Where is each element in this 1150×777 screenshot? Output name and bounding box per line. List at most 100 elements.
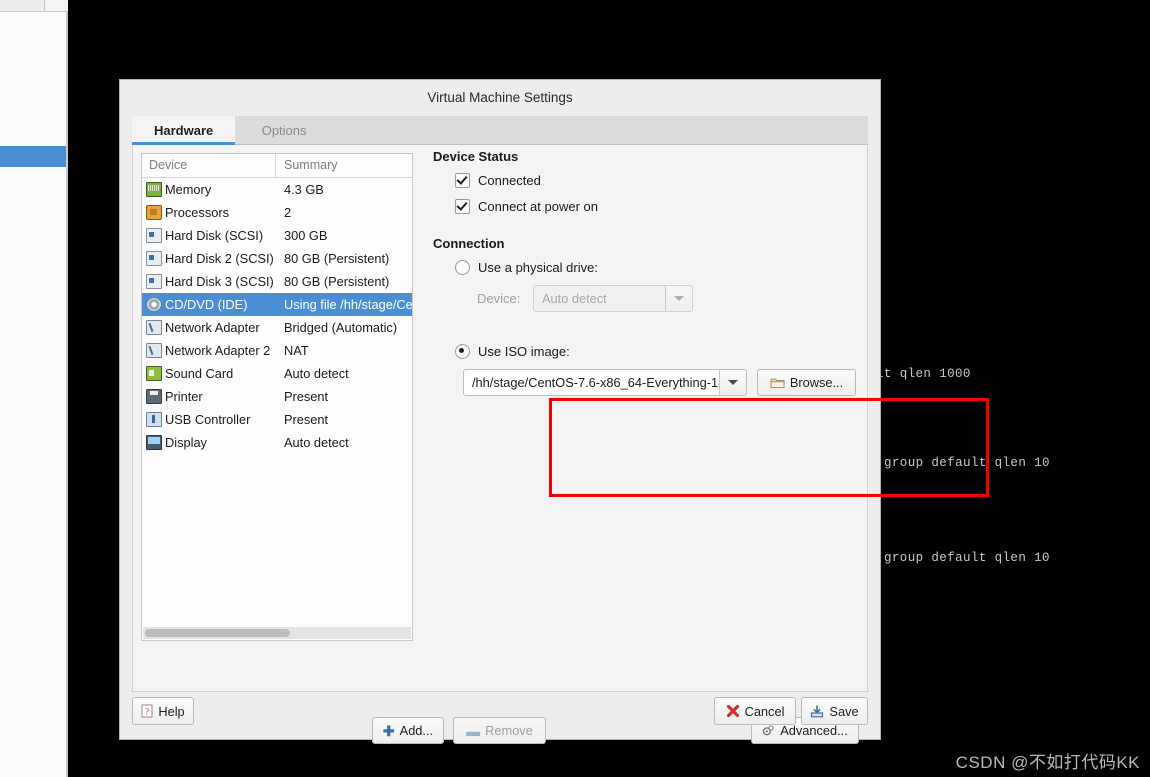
iso-path-dropdown-arrow[interactable] <box>719 370 746 395</box>
iso-path-row: /hh/stage/CentOS-7.6-x86_64-Everything-1… <box>463 369 859 396</box>
csdn-watermark: CSDN @不如打代码KK <box>955 753 1140 772</box>
connection-title: Connection <box>433 236 505 251</box>
device-row-sound-card[interactable]: Sound Card Auto detect <box>142 362 412 385</box>
use-iso-image-radio[interactable] <box>455 344 470 359</box>
soundcard-icon <box>146 366 162 381</box>
cancel-button-label: Cancel <box>744 703 785 719</box>
iso-path-value[interactable]: /hh/stage/CentOS-7.6-x86_64-Everything-1… <box>464 370 719 395</box>
device-summary-label: 80 GB (Persistent) <box>284 274 390 289</box>
device-name-label: Hard Disk 2 (SCSI) <box>165 251 274 266</box>
save-button[interactable]: Save <box>801 697 868 725</box>
cpu-icon <box>146 205 162 220</box>
device-summary-label: Bridged (Automatic) <box>284 320 398 335</box>
tab-hardware[interactable]: Hardware <box>132 116 236 145</box>
connected-checkbox-row[interactable]: Connected <box>455 173 859 188</box>
physical-device-combobox[interactable]: Auto detect <box>533 285 693 312</box>
device-cell: Network Adapter 2 <box>142 343 276 358</box>
device-name-label: Network Adapter 2 <box>165 343 271 358</box>
column-header-device: Device <box>142 154 276 177</box>
device-summary-label: Present <box>284 412 329 427</box>
device-row-hard-disk-scsi[interactable]: Hard Disk (SCSI) 300 GB <box>142 224 412 247</box>
chevron-down-icon <box>674 296 684 301</box>
connect-at-power-on-label: Connect at power on <box>478 199 598 214</box>
harddisk-icon <box>146 228 162 243</box>
device-row-hard-disk-3-scsi[interactable]: Hard Disk 3 (SCSI) 80 GB (Persistent) <box>142 270 412 293</box>
device-name-label: Hard Disk (SCSI) <box>165 228 264 243</box>
device-name-label: CD/DVD (IDE) <box>165 297 248 312</box>
background-left-window <box>0 0 68 777</box>
browse-button[interactable]: Browse... <box>757 369 856 396</box>
device-name-label: Display <box>165 435 207 450</box>
device-list-hscrollbar-thumb[interactable] <box>145 629 290 637</box>
terminal-line: lt qlen 1000 <box>876 367 971 381</box>
cancel-button[interactable]: Cancel <box>714 697 796 725</box>
device-list-body: Memory 4.3 GB Processors 2 Hard Disk (SCSI) 3… <box>142 178 412 454</box>
connect-at-power-on-checkbox-row[interactable]: Connect at power on <box>455 199 859 214</box>
device-name-label: USB Controller <box>165 412 251 427</box>
device-summary-label: 80 GB (Persistent) <box>284 251 390 266</box>
device-cell: Processors <box>142 205 276 220</box>
device-name-label: Sound Card <box>165 366 234 381</box>
physical-device-dropdown-arrow[interactable] <box>665 286 692 311</box>
device-cell: Hard Disk (SCSI) <box>142 228 276 243</box>
cddvd-icon <box>146 297 162 312</box>
use-iso-image-radio-row[interactable]: Use ISO image: <box>455 344 859 359</box>
folder-icon <box>770 378 785 388</box>
device-name-label: Printer <box>165 389 203 404</box>
device-row-processors[interactable]: Processors 2 <box>142 201 412 224</box>
close-icon <box>726 704 739 718</box>
device-cell: Hard Disk 3 (SCSI) <box>142 274 276 289</box>
device-row-network-adapter-2[interactable]: Network Adapter 2 NAT <box>142 339 412 362</box>
memory-icon <box>146 182 162 197</box>
device-row-network-adapter[interactable]: Network Adapter Bridged (Automatic) <box>142 316 412 339</box>
tab-options[interactable]: Options <box>240 116 329 145</box>
help-icon: ? <box>141 704 153 718</box>
device-row-cd-dvd-ide[interactable]: CD/DVD (IDE) Using file /hh/stage/CentO <box>142 293 412 316</box>
device-row-memory[interactable]: Memory 4.3 GB <box>142 178 412 201</box>
device-summary-label: 300 GB <box>284 228 328 243</box>
screen: lt qlen 1000 group default qlen 10 group… <box>0 0 1150 777</box>
connected-label: Connected <box>478 173 541 188</box>
save-button-label: Save <box>829 703 859 719</box>
use-physical-drive-label: Use a physical drive: <box>478 260 598 275</box>
printer-icon <box>146 389 162 404</box>
device-list-hscrollbar[interactable] <box>143 627 411 639</box>
physical-device-value: Auto detect <box>542 291 607 306</box>
device-summary-label: NAT <box>284 343 309 358</box>
device-summary-label: Auto detect <box>284 435 349 450</box>
usb-icon <box>146 412 162 427</box>
device-cell: Sound Card <box>142 366 276 381</box>
display-icon <box>146 435 162 450</box>
chevron-down-icon <box>728 380 738 385</box>
device-row-printer[interactable]: Printer Present <box>142 385 412 408</box>
save-icon <box>811 705 824 718</box>
device-detail-pane: Device Status Connected Connect at power… <box>433 149 859 631</box>
device-summary-label: 4.3 GB <box>284 182 324 197</box>
help-button[interactable]: ? Help <box>132 697 194 725</box>
connect-at-power-on-checkbox[interactable] <box>455 199 470 214</box>
terminal-line: group default qlen 10 <box>884 456 1050 470</box>
hardware-panel: Device Summary Memory 4.3 GB Processors 2 Ha… <box>132 145 868 744</box>
device-cell: Display <box>142 435 276 450</box>
browse-button-label: Browse... <box>789 375 844 390</box>
device-list-header: Device Summary <box>142 154 412 178</box>
use-physical-drive-radio-row[interactable]: Use a physical drive: <box>455 260 859 275</box>
harddisk-icon <box>146 274 162 289</box>
connected-checkbox[interactable] <box>455 173 470 188</box>
device-summary-label: Auto detect <box>284 366 349 381</box>
dialog-footer: ? Help Cancel Save <box>120 685 880 739</box>
device-list[interactable]: Device Summary Memory 4.3 GB Processors 2 Ha… <box>141 153 413 641</box>
device-name-label: Memory <box>165 182 212 197</box>
dialog-title: Virtual Machine Settings <box>120 80 880 116</box>
use-physical-drive-radio[interactable] <box>455 260 470 275</box>
device-row-usb-controller[interactable]: USB Controller Present <box>142 408 412 431</box>
device-name-label: Processors <box>165 205 230 220</box>
tab-bar: Hardware Options <box>132 116 868 145</box>
physical-device-row: Device: Auto detect <box>477 285 859 312</box>
device-name-label: Network Adapter <box>165 320 260 335</box>
iso-path-combobox[interactable]: /hh/stage/CentOS-7.6-x86_64-Everything-1… <box>463 369 747 396</box>
device-row-hard-disk-2-scsi[interactable]: Hard Disk 2 (SCSI) 80 GB (Persistent) <box>142 247 412 270</box>
device-cell: USB Controller <box>142 412 276 427</box>
virtual-machine-settings-dialog: Virtual Machine Settings Hardware Option… <box>119 79 989 744</box>
device-row-display[interactable]: Display Auto detect <box>142 431 412 454</box>
